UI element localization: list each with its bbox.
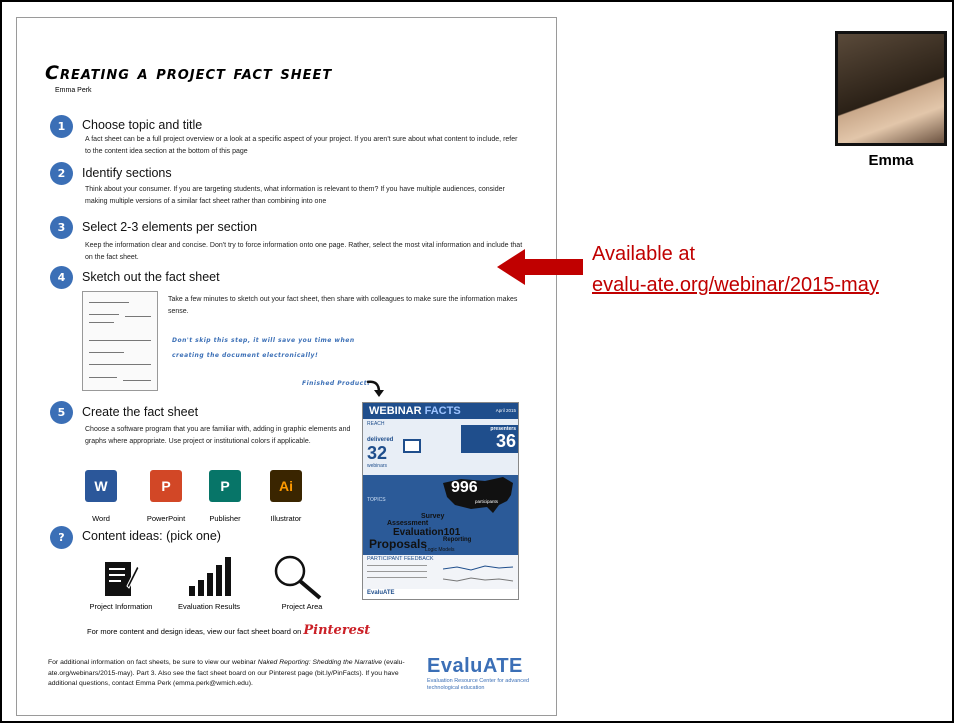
poster-feedback-label: PARTICIPANT FEEDBACK xyxy=(367,556,434,562)
step-1-text: A fact sheet can be a full project overv… xyxy=(85,136,518,155)
webinar-url-link[interactable]: evalu-ate.org/webinar/2015-may xyxy=(592,274,879,297)
available-at-label: Available at xyxy=(592,243,696,265)
document-title: Creating a project fact sheet xyxy=(45,62,333,84)
poster-participants-num: 996 xyxy=(451,479,478,496)
curved-arrow-icon xyxy=(366,380,384,397)
footer-webinar-title: Naked Reporting: Shedding the Narrative xyxy=(257,659,382,666)
step-4-title: Sketch out the fact sheet xyxy=(82,270,220,284)
poster-webinars-num: 32 xyxy=(367,443,388,463)
poster-word-proposals: Proposals xyxy=(369,537,428,551)
step-3-text: Keep the information clear and concise. … xyxy=(85,242,523,261)
content-idea-project-information: Project Information xyxy=(89,602,153,611)
pinterest-line: For more content and design ideas, view … xyxy=(87,623,370,638)
document-pencil-icon xyxy=(105,562,139,596)
footer-text-1: For additional information on fact sheet… xyxy=(48,659,256,666)
word-icon: W xyxy=(85,470,117,502)
step-5-text: Choose a software program that you are f… xyxy=(85,426,351,445)
finished-fact-sheet-thumbnail: WEBINAR FACTS April 2015 REACH delivered… xyxy=(362,402,519,600)
illustrator-icon: Ai xyxy=(270,470,302,502)
step-5-title: Create the fact sheet xyxy=(82,405,199,419)
document-footer-text: For additional information on fact sheet… xyxy=(48,658,420,690)
app-label-publisher: Publisher xyxy=(209,514,241,523)
bar-chart-icon xyxy=(189,557,231,596)
poster-topics-label: TOPICS xyxy=(367,497,386,503)
poster-participants: participants xyxy=(475,499,499,504)
content-idea-project-area: Project Area xyxy=(281,602,323,611)
poster-word-logic-models: Logic Models xyxy=(425,547,455,553)
magnifying-glass-icon xyxy=(274,555,322,600)
poster-title-2: FACTS xyxy=(424,405,461,417)
poster-reach-label: REACH xyxy=(367,421,385,427)
presenter-photo xyxy=(835,31,947,146)
sketch-note-line-1: Don't skip this step, it will save you t… xyxy=(172,337,355,344)
poster-date: April 2015 xyxy=(495,408,516,413)
document-author: Emma Perk xyxy=(55,87,92,94)
app-label-word: Word xyxy=(92,514,110,523)
content-ideas-title: Content ideas: (pick one) xyxy=(82,529,221,543)
poster-footer: EvaluATE xyxy=(363,589,518,599)
poster-word-assessment: Assessment xyxy=(387,520,429,527)
step-1-badge: 1 xyxy=(50,115,73,138)
fact-sheet-document: Creating a project fact sheet Emma Perk … xyxy=(16,17,557,716)
presenter-name: Emma xyxy=(868,152,914,169)
step-4-badge: 4 xyxy=(50,266,73,289)
step-2-badge: 2 xyxy=(50,162,73,185)
step-3-title: Select 2-3 elements per section xyxy=(82,220,258,234)
sketch-note-line-2: creating the document electronically! xyxy=(172,352,319,359)
poster-title-1: WEBINAR xyxy=(369,405,422,417)
poster-presenters-box: presenters 36 xyxy=(461,425,518,453)
poster-line-chart xyxy=(443,565,514,582)
poster-header: WEBINAR FACTS April 2015 xyxy=(363,403,518,419)
step-5-badge: 5 xyxy=(50,401,73,424)
poster-reach-section: REACH delivered 32 webinars presenters 3… xyxy=(363,419,518,475)
sketch-thumbnail xyxy=(82,291,158,391)
pinterest-line-text: For more content and design ideas, view … xyxy=(87,627,302,636)
content-ideas-badge: ? xyxy=(50,526,73,549)
finished-product-label: Finished Product! xyxy=(302,380,371,387)
step-2-title: Identify sections xyxy=(82,166,172,180)
poster-word-survey: Survey xyxy=(421,513,445,520)
evaluate-tagline: Evaluation Resource Center for advanced … xyxy=(427,678,530,691)
step-2-text: Think about your consumer. If you are ta… xyxy=(85,186,505,205)
publisher-icon: P xyxy=(209,470,241,502)
step-1-title: Choose topic and title xyxy=(82,118,203,132)
poster-word-reporting: Reporting xyxy=(443,537,472,543)
pinterest-logo: Pinterest xyxy=(303,623,371,638)
app-label-illustrator: Illustrator xyxy=(270,514,302,523)
powerpoint-icon: P xyxy=(150,470,182,502)
poster-webinars: webinars xyxy=(367,463,388,469)
step-4-text: Take a few minutes to sketch out your fa… xyxy=(168,296,518,315)
poster-map-section: 996 participants TOPICS Survey Assessmen… xyxy=(363,475,518,555)
poster-presenters-num: 36 xyxy=(495,431,516,451)
poster-monitor-icon xyxy=(403,439,421,453)
poster-footer-logo: EvaluATE xyxy=(367,590,395,596)
step-3-badge: 3 xyxy=(50,216,73,239)
content-idea-evaluation-results: Evaluation Results xyxy=(177,602,241,611)
evaluate-logo: EvaluATE xyxy=(427,655,523,677)
poster-feedback-section: PARTICIPANT FEEDBACK xyxy=(363,555,518,589)
red-arrow-icon xyxy=(497,249,583,285)
